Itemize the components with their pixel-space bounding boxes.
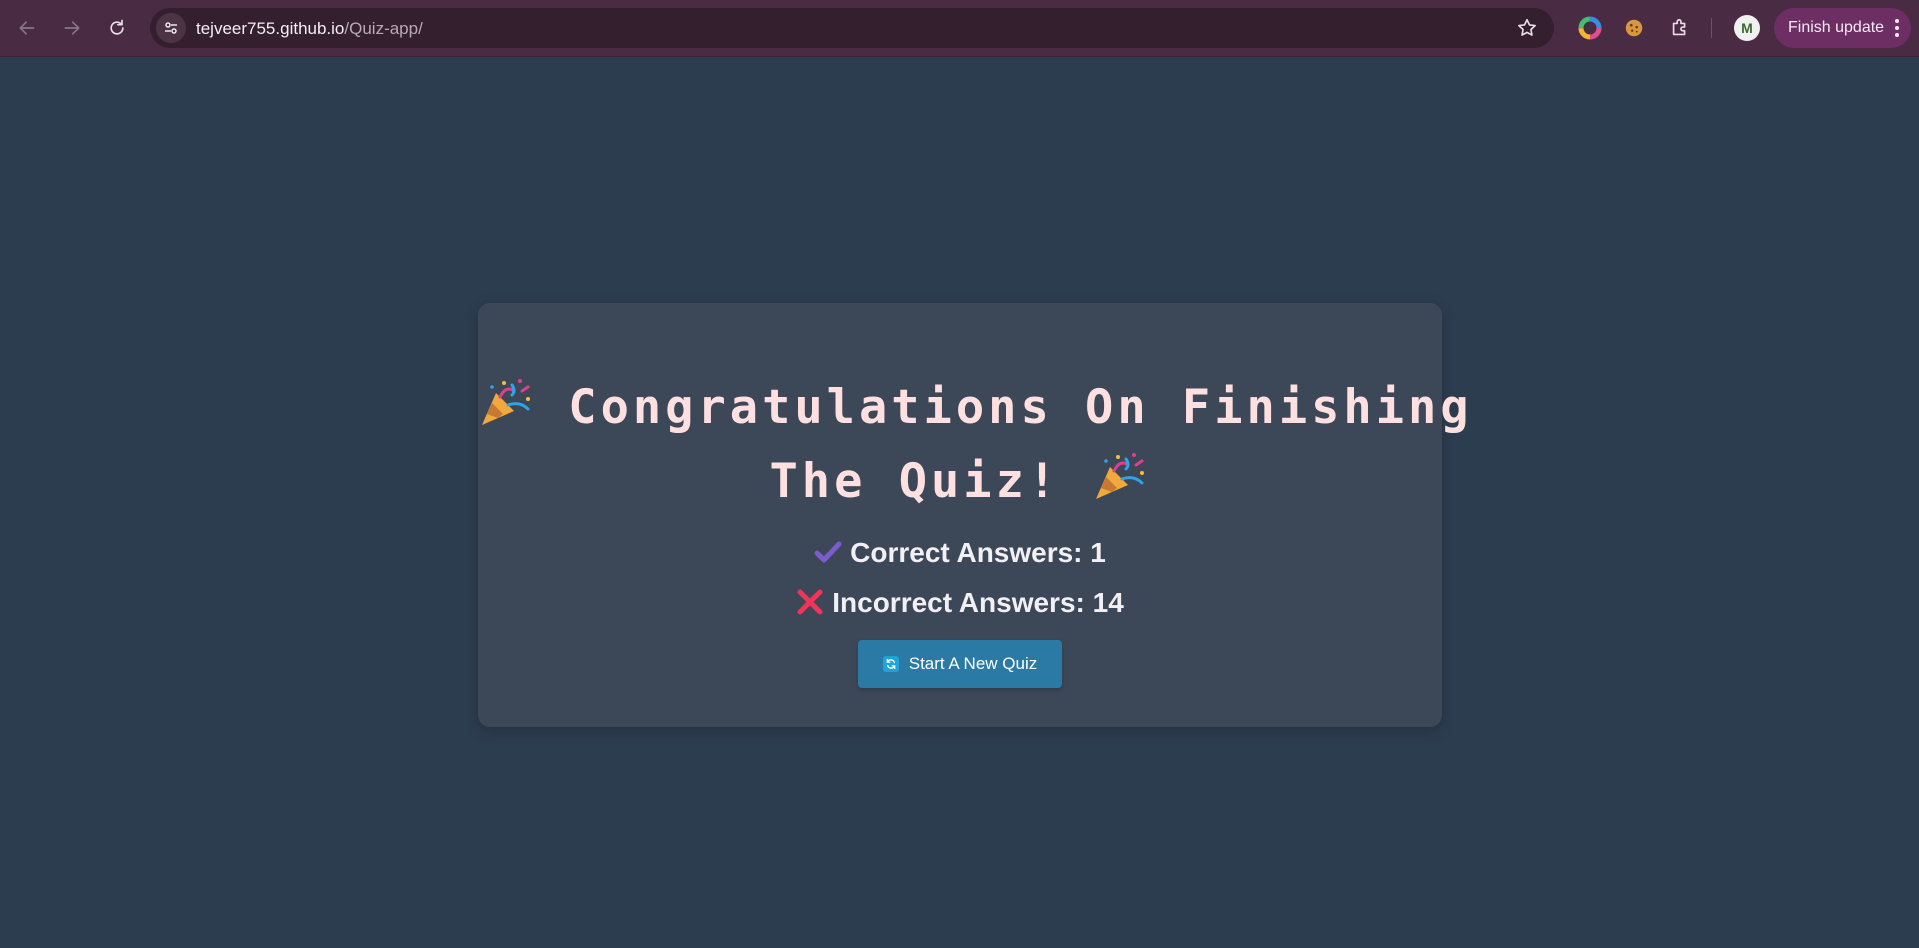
- party-popper-icon: [1096, 453, 1145, 499]
- profile-avatar[interactable]: M: [1734, 15, 1760, 41]
- browser-toolbar: tejveer755.github.io/Quiz-app/ M Finish …: [0, 0, 1919, 57]
- quiz-result-card: Congratulations On Finishing The Quiz! C…: [478, 303, 1469, 727]
- puzzle-icon: [1672, 18, 1686, 36]
- title-text-1: Congratulations On Finishing: [568, 380, 1473, 435]
- avatar-letter: M: [1741, 20, 1753, 36]
- finish-update-label: Finish update: [1788, 19, 1885, 36]
- arrow-left-icon: [19, 21, 35, 35]
- reload-button[interactable]: [99, 10, 135, 46]
- correct-answers-label: Correct Answers: 1: [850, 537, 1106, 568]
- url-text[interactable]: tejveer755.github.io/Quiz-app/: [196, 19, 423, 39]
- more-vert-icon: [1895, 19, 1899, 37]
- cookie-icon: [1625, 19, 1643, 37]
- toolbar-divider: [1711, 18, 1712, 38]
- url-path: /Quiz-app/: [344, 19, 423, 38]
- title-line-1: Congratulations On Finishing: [478, 371, 1469, 445]
- check-icon: [814, 541, 842, 563]
- correct-answers-stat: Correct Answers: 1: [478, 537, 1442, 569]
- forward-button[interactable]: [54, 10, 90, 46]
- start-new-quiz-label: Start A New Quiz: [908, 654, 1038, 673]
- incorrect-answers-label: Incorrect Answers: 14: [832, 587, 1124, 618]
- url-host: tejveer755.github.io: [196, 19, 345, 38]
- tune-icon: [165, 22, 177, 34]
- cross-icon: [797, 589, 823, 615]
- reload-icon: [110, 19, 124, 35]
- color-extension-button[interactable]: [1576, 14, 1604, 42]
- title-text-2: The Quiz!: [769, 454, 1061, 509]
- finish-update-button[interactable]: Finish update: [1774, 8, 1911, 48]
- address-bar[interactable]: tejveer755.github.io/Quiz-app/: [150, 8, 1554, 48]
- site-info-button[interactable]: [156, 13, 186, 43]
- back-button[interactable]: [9, 10, 45, 46]
- title-line-2: The Quiz!: [478, 445, 1442, 519]
- start-new-quiz-button[interactable]: Start A New Quiz: [858, 640, 1062, 688]
- bookmark-star-icon[interactable]: [1516, 17, 1538, 39]
- refresh-icon: [882, 656, 899, 672]
- result-title: Congratulations On Finishing The Quiz!: [478, 371, 1469, 519]
- arrow-right-icon: [64, 21, 80, 35]
- extensions-button[interactable]: [1666, 14, 1694, 42]
- incorrect-answers-stat: Incorrect Answers: 14: [478, 587, 1442, 619]
- party-popper-icon: [482, 379, 530, 425]
- cookie-extension-button[interactable]: [1620, 14, 1648, 42]
- color-wheel-icon: [1578, 16, 1602, 40]
